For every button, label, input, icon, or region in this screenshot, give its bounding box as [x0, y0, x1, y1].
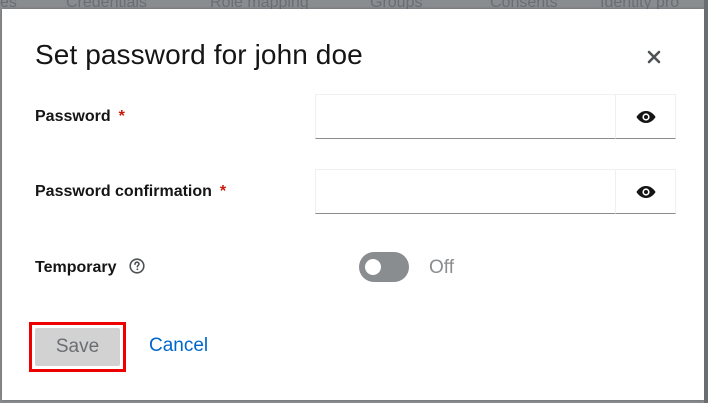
password-confirmation-input-group	[315, 169, 676, 214]
temporary-toggle[interactable]	[359, 252, 409, 282]
toggle-knob	[365, 259, 381, 275]
required-mark: *	[118, 108, 125, 125]
help-circle-icon[interactable]	[129, 258, 145, 274]
save-button[interactable]: Save	[35, 328, 120, 366]
password-input[interactable]	[315, 94, 615, 139]
cancel-button[interactable]: Cancel	[149, 335, 208, 357]
set-password-modal: Set password for john doe Password * Pass…	[2, 9, 704, 400]
password-confirmation-label: Password confirmation *	[35, 183, 227, 200]
temporary-label: Temporary	[35, 258, 145, 277]
temporary-state-label: Off	[429, 257, 454, 278]
close-button[interactable]	[640, 43, 668, 71]
eye-icon	[636, 185, 655, 198]
close-icon	[647, 50, 661, 64]
window-edge	[704, 0, 708, 403]
show-password-button[interactable]	[615, 94, 676, 139]
save-button-highlight: Save	[29, 322, 126, 372]
password-label: Password *	[35, 108, 125, 125]
show-password-confirmation-button[interactable]	[615, 169, 676, 214]
modal-title: Set password for john doe	[35, 39, 363, 70]
password-input-group	[315, 94, 676, 139]
password-confirmation-input[interactable]	[315, 169, 615, 214]
required-mark: *	[219, 183, 227, 200]
eye-icon	[636, 110, 655, 123]
